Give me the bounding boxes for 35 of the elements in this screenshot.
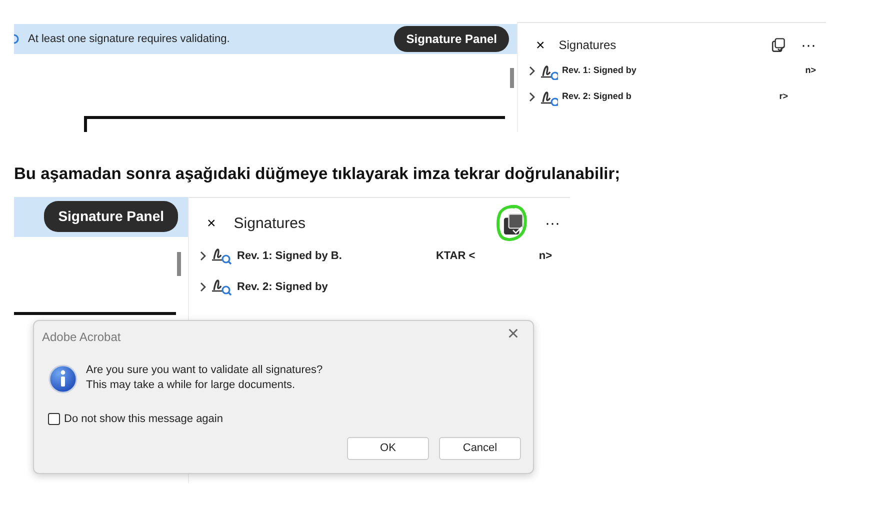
checkbox[interactable] [48, 413, 60, 425]
signature-row-text: KTAR < [436, 250, 476, 262]
chevron-icon[interactable] [199, 250, 207, 262]
close-button[interactable]: × [501, 322, 525, 345]
ok-button[interactable]: OK [347, 436, 429, 460]
info-icon [48, 364, 78, 394]
paragraph: Bu aşamadan sonra aşağıdaki düğmeye tıklayarak imza tekrar doğrulanabilir; [14, 164, 622, 185]
signature-row-text: r> [779, 90, 788, 104]
signature-row-label: Rev. 1: Signed by [562, 64, 636, 78]
cancel-button[interactable]: Cancel [439, 436, 521, 460]
close-button[interactable]: × [207, 216, 216, 232]
dialog-title: Adobe Acrobat [42, 328, 121, 346]
close-button[interactable]: × [536, 38, 545, 52]
chevron-icon[interactable] [528, 65, 536, 77]
magnifier-icon [14, 33, 20, 45]
signature-panel-button[interactable]: Signature Panel [44, 201, 178, 232]
scrollbar-thumb [177, 252, 181, 276]
signature-row-text: n> [538, 248, 552, 264]
signature-row-label: Rev. 2: Signed by [237, 280, 328, 294]
banner-message: At least one signature requires validating. [28, 32, 230, 47]
scrollbar-thumb [510, 68, 514, 88]
signature-row-label: Rev. 2: Signed b [562, 90, 632, 104]
checkbox-label: Do not show this message again [64, 412, 223, 427]
dialog-message: Are you sure you want to validate all signatures? [86, 362, 323, 378]
signature-panel-button[interactable]: Signature Panel [394, 26, 509, 52]
validate-all-icon[interactable] [769, 36, 787, 54]
panel-title: Signatures [234, 214, 306, 234]
signature-row-text: n> [805, 64, 816, 78]
more-button[interactable]: ··· [545, 216, 560, 232]
panel-title: Signatures [558, 37, 618, 54]
signature-row-label: Rev. 1: Signed by B. [237, 248, 342, 264]
chevron-icon[interactable] [199, 280, 207, 293]
dialog-message: This may take a while for large documents. [86, 378, 296, 393]
chevron-icon[interactable] [528, 91, 536, 103]
more-button[interactable]: ··· [801, 38, 816, 52]
